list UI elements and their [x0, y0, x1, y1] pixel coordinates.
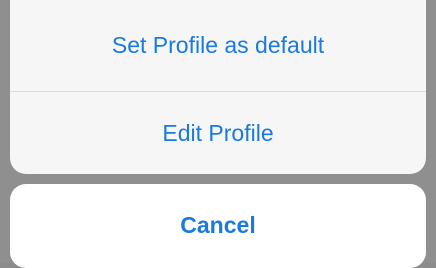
set-profile-default-button[interactable]: Set Profile as default [10, 0, 426, 91]
action-sheet-group: Set Profile as default Edit Profile [10, 0, 426, 174]
cancel-button[interactable]: Cancel [10, 184, 426, 266]
cancel-group: Cancel [10, 184, 426, 268]
edit-profile-button[interactable]: Edit Profile [10, 92, 426, 174]
